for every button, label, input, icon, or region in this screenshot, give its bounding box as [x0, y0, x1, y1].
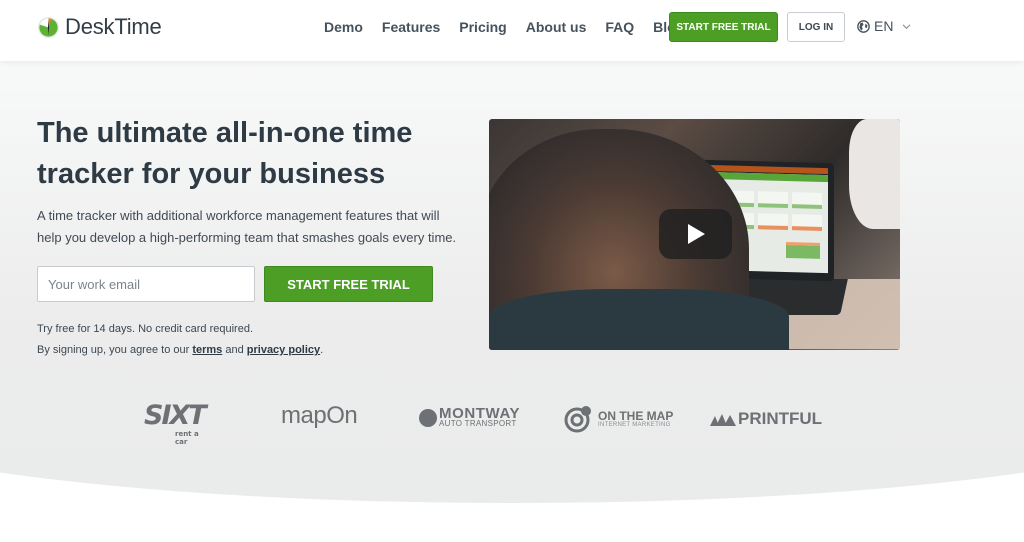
montway-logo-subtext: AUTO TRANSPORT [439, 419, 517, 428]
terms-note-end: . [320, 344, 324, 356]
printful-logo-text: PRINTFUL [738, 409, 823, 428]
sixt-logo-text: SIXT [144, 400, 207, 431]
chevron-down-icon [902, 23, 911, 29]
site-header: DeskTime Demo Features Pricing About us … [0, 0, 1024, 61]
header-start-trial-button[interactable]: START FREE TRIAL [669, 12, 778, 42]
client-logos: SIXT rent a car mapOn MONTWAY AUTO TRANS… [0, 400, 1024, 446]
work-email-input[interactable] [37, 266, 255, 302]
language-code: EN [874, 18, 894, 34]
screen-chart [786, 241, 820, 259]
globe-icon [857, 19, 870, 33]
terms-note: By signing up, you agree to our terms an… [37, 344, 323, 356]
montway-mark-icon [419, 408, 437, 427]
terms-note-and: and [222, 344, 247, 356]
hero-title: The ultimate all-in-one time tracker for… [37, 117, 413, 190]
logo-text: DeskTime [65, 14, 162, 39]
trial-note: Try free for 14 days. No credit card req… [37, 323, 254, 335]
onthemap-target-icon [564, 406, 591, 433]
logo[interactable]: DeskTime [37, 14, 162, 40]
hero-start-trial-button[interactable]: START FREE TRIAL [264, 266, 433, 302]
nav-about-us[interactable]: About us [526, 19, 587, 35]
mapon-logo: mapOn [281, 402, 358, 429]
play-icon [687, 224, 705, 244]
login-button[interactable]: LOG IN [787, 12, 845, 42]
language-selector[interactable]: EN [857, 18, 911, 34]
terms-note-prefix: By signing up, you agree to our [37, 344, 193, 356]
desktime-clock-icon [37, 16, 60, 38]
nav-features[interactable]: Features [382, 19, 440, 35]
product-video[interactable] [489, 119, 900, 350]
video-background-person [849, 119, 900, 229]
montway-logo: MONTWAY AUTO TRANSPORT [419, 406, 520, 428]
screen-card [758, 213, 788, 231]
main-nav: Demo Features Pricing About us FAQ Blog [324, 19, 703, 35]
onthemap-logo: ON THE MAP INTERNET MARKETING [564, 405, 673, 433]
screen-card [758, 191, 788, 209]
screen-card [792, 192, 822, 209]
sixt-logo: SIXT rent a car [144, 400, 207, 446]
printful-logo: PRINTFUL [710, 409, 822, 429]
privacy-policy-link[interactable]: privacy policy [247, 344, 320, 356]
hero-subtitle: A time tracker with additional workforce… [37, 208, 457, 245]
onthemap-logo-text: ON THE MAP [598, 409, 674, 423]
printful-mountains-icon [710, 414, 736, 426]
nav-pricing[interactable]: Pricing [459, 19, 506, 35]
terms-link[interactable]: terms [192, 344, 222, 356]
onthemap-logo-subtext: INTERNET MARKETING [598, 422, 671, 428]
video-person-shirt [489, 289, 789, 350]
nav-faq[interactable]: FAQ [605, 19, 634, 35]
screen-card [792, 214, 822, 231]
sixt-logo-subtext: rent a car [175, 430, 199, 446]
video-play-button[interactable] [659, 209, 732, 259]
nav-demo[interactable]: Demo [324, 19, 363, 35]
